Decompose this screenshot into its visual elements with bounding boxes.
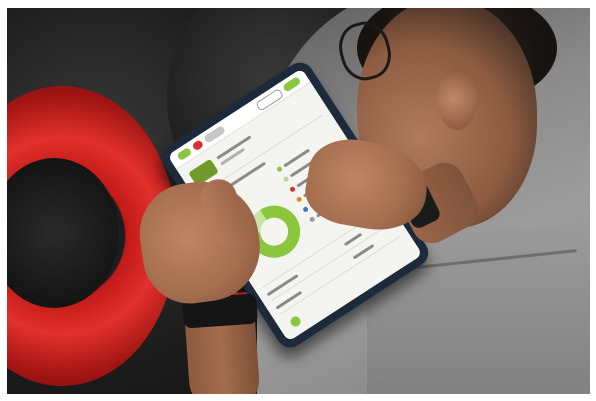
- machine-subtitle-line: [220, 147, 246, 166]
- header-tab[interactable]: [203, 125, 226, 144]
- app-logo-icon: [176, 146, 193, 162]
- brand-icon: [191, 139, 205, 152]
- legend-dot-icon: [282, 175, 290, 183]
- legend-dot-icon: [289, 185, 297, 193]
- legend-dot-icon: [295, 195, 303, 203]
- header-primary-button[interactable]: [282, 76, 302, 93]
- legend-dot-icon: [276, 165, 283, 173]
- floating-action-button[interactable]: [288, 314, 303, 329]
- man-ear: [437, 68, 477, 130]
- photo: [7, 8, 590, 394]
- legend-dot-icon: [308, 216, 316, 223]
- legend-dot-icon: [302, 205, 310, 213]
- header-outline-button[interactable]: [255, 88, 285, 112]
